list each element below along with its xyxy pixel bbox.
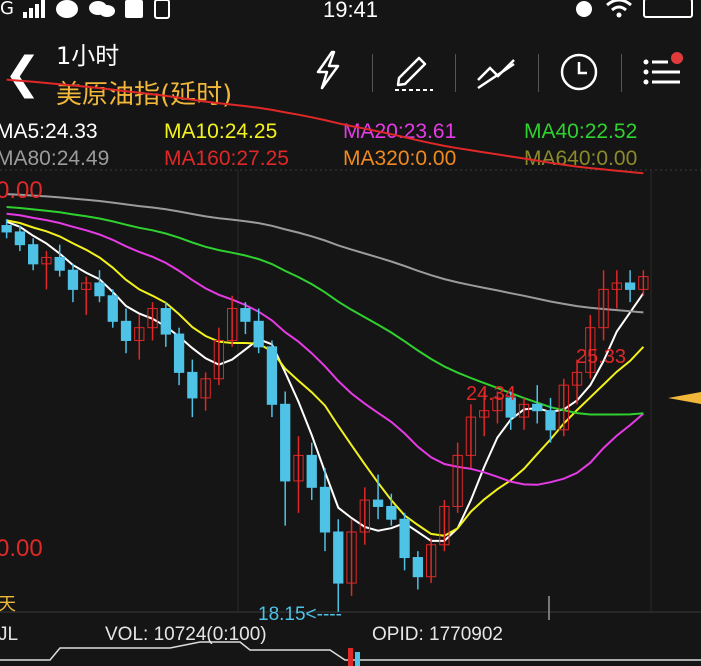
candle-body <box>306 454 317 488</box>
volume-bar <box>355 652 360 666</box>
candle-body <box>14 231 26 246</box>
candle-body <box>319 486 331 533</box>
current-price-marker <box>668 392 701 404</box>
period-label: 天 <box>0 594 16 615</box>
candle-body <box>1 225 12 233</box>
candle-body <box>386 505 397 520</box>
candle-body <box>624 282 636 290</box>
candle-body <box>187 371 198 399</box>
y-axis-label: 0.00 <box>0 535 43 562</box>
candles <box>1 219 649 612</box>
high-annotation: 25.33 <box>576 346 626 368</box>
candle-body <box>266 346 278 405</box>
candlestick-chart[interactable]: 0.00 0.00 25.33 24.34 18.15<---- 天 <box>0 0 701 666</box>
candle-body <box>253 320 264 348</box>
volume-label: VOL: 10724(0:100) <box>105 624 267 645</box>
ma-line-40 <box>6 206 644 416</box>
candle-body <box>28 244 39 265</box>
candle-body <box>545 410 556 431</box>
candle-body <box>67 269 79 290</box>
candle-body <box>372 499 384 507</box>
mid-high-annotation: 24.34 <box>466 383 516 405</box>
candle-body <box>107 295 118 322</box>
candle-body <box>412 557 424 578</box>
ma-line-160 <box>6 78 644 175</box>
candle-body <box>54 256 65 271</box>
volume-left-label: JL <box>0 624 19 645</box>
ma-line-20 <box>6 212 645 486</box>
candle-body <box>160 308 171 335</box>
candle-body <box>94 282 105 297</box>
candle-body <box>399 518 410 559</box>
candle-body <box>120 320 132 341</box>
low-annotation: 18.15<---- <box>258 604 342 625</box>
candle-body <box>532 403 543 412</box>
volume-bar <box>348 648 353 666</box>
candle-body <box>333 531 344 584</box>
opid-label: OPID: 1770902 <box>372 624 503 645</box>
candle-body <box>280 403 291 482</box>
candle-body <box>240 308 251 322</box>
y-axis-label: 0.00 <box>0 177 43 204</box>
candle-body <box>173 333 185 373</box>
